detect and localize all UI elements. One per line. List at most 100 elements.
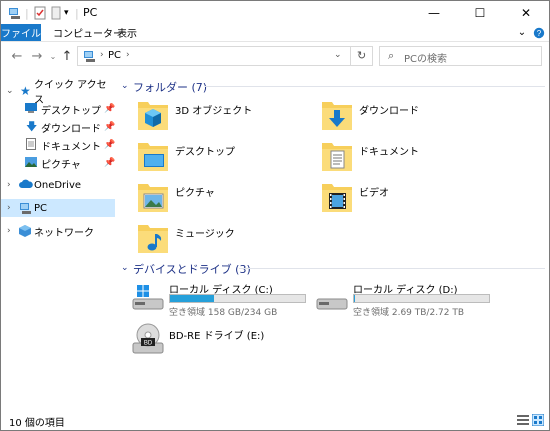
item-count: 10 個の項目 xyxy=(9,417,65,429)
chevron-right-icon[interactable]: › xyxy=(7,226,11,236)
sidebar-item-quick-access[interactable]: ⌄ ★ クイック アクセス xyxy=(1,80,115,106)
folder-desktop[interactable]: デスクトップ xyxy=(137,139,312,175)
address-dropdown-icon[interactable]: ⌄ xyxy=(334,50,342,60)
chevron-down-icon[interactable]: ⌄ xyxy=(121,263,129,273)
cloud-icon xyxy=(19,179,33,191)
drives-group-header[interactable]: デバイスとドライブ (3) xyxy=(133,261,251,277)
navigation-pane: ⌄ ★ クイック アクセス デスクトップ 📌 🡇 ダウンロード 📌 ドキュメント… xyxy=(1,71,116,411)
desktop-icon xyxy=(25,102,37,116)
refresh-icon[interactable]: ↻ xyxy=(357,49,366,62)
customize-qa-icon[interactable]: ▾ xyxy=(64,5,69,21)
pin-icon[interactable]: 📌 xyxy=(104,122,115,132)
search-box[interactable]: ⌕ PCの検索 xyxy=(379,46,542,66)
drive-free-space: 空き領域 158 GB/234 GB xyxy=(169,308,278,318)
folder-documents[interactable]: ドキュメント xyxy=(321,139,496,175)
pc-icon xyxy=(83,49,97,66)
properties-icon[interactable] xyxy=(33,5,47,21)
sidebar-item-label: デスクトップ xyxy=(41,105,101,117)
breadcrumb-pc[interactable]: PC xyxy=(108,50,121,61)
sidebar-item-label: PC xyxy=(34,202,48,214)
help-icon[interactable]: ? xyxy=(531,25,547,40)
search-placeholder: PCの検索 xyxy=(404,54,448,65)
tab-file[interactable]: ファイル xyxy=(1,24,41,41)
music-folder-icon xyxy=(138,225,168,253)
explorer-app-icon[interactable] xyxy=(7,5,23,21)
title-bar: | ▾ | PC — ☐ ✕ xyxy=(1,1,549,24)
drive-c[interactable]: ローカル ディスク (C:) 空き領域 158 GB/234 GB xyxy=(131,281,311,321)
folder-label: ピクチャ xyxy=(175,188,215,199)
svg-text:BD: BD xyxy=(144,341,153,347)
3d-objects-folder-icon xyxy=(138,102,168,130)
folder-pictures[interactable]: ピクチャ xyxy=(137,180,312,216)
chevron-down-icon[interactable]: ⌄ xyxy=(121,81,129,91)
folder-videos[interactable]: ビデオ xyxy=(321,180,496,216)
sidebar-item-documents[interactable]: ドキュメント 📌 xyxy=(1,136,115,154)
hard-drive-icon xyxy=(316,298,348,310)
drive-usage-fill xyxy=(170,295,214,302)
forward-arrow-icon[interactable]: → xyxy=(29,47,45,65)
expand-ribbon-icon[interactable]: ⌄ xyxy=(514,25,530,40)
folders-group-header[interactable]: フォルダー (7) xyxy=(133,79,207,95)
address-divider xyxy=(350,47,351,65)
chevron-right-icon[interactable]: › xyxy=(7,203,11,213)
pin-icon[interactable]: 📌 xyxy=(104,140,115,150)
group-divider xyxy=(239,268,545,269)
sidebar-item-network[interactable]: › ネットワーク xyxy=(1,222,115,240)
back-arrow-icon[interactable]: ← xyxy=(9,47,25,65)
status-bar: 10 個の項目 xyxy=(1,412,549,430)
details-view-icon[interactable] xyxy=(517,414,529,429)
drive-usage-bar xyxy=(169,294,306,303)
pin-icon[interactable]: 📌 xyxy=(104,104,115,114)
maximize-button[interactable]: ☐ xyxy=(457,1,503,24)
folder-3d-objects[interactable]: 3D オブジェクト xyxy=(137,98,312,134)
download-arrow-icon: 🡇 xyxy=(26,119,38,133)
tab-view[interactable]: 表示 xyxy=(117,24,137,41)
chevron-down-icon[interactable]: ⌄ xyxy=(6,86,14,96)
window-title: PC xyxy=(83,6,98,19)
drive-label: BD-RE ドライブ (E:) xyxy=(169,331,265,342)
sidebar-item-onedrive[interactable]: › OneDrive xyxy=(1,176,115,194)
sidebar-item-pc[interactable]: › PC xyxy=(1,199,115,217)
breadcrumb-chevron-icon[interactable]: › xyxy=(100,50,104,60)
sidebar-item-label: ピクチャ xyxy=(41,159,81,171)
drive-d[interactable]: ローカル ディスク (D:) 空き領域 2.69 TB/2.72 TB xyxy=(315,281,495,321)
ribbon-tabs: ファイル コンピューター 表示 ⌄ ? xyxy=(1,24,549,42)
downloads-folder-icon xyxy=(322,102,352,130)
breadcrumb-chevron-icon[interactable]: › xyxy=(126,50,130,60)
pin-icon[interactable]: 📌 xyxy=(104,158,115,168)
search-icon: ⌕ xyxy=(388,49,395,62)
qa-separator: | xyxy=(25,6,29,20)
address-bar[interactable]: › PC › ⌄ ↻ xyxy=(77,46,373,66)
sidebar-item-downloads[interactable]: 🡇 ダウンロード 📌 xyxy=(1,118,115,136)
chevron-right-icon[interactable]: › xyxy=(7,180,11,190)
document-icon xyxy=(26,137,36,153)
explorer-window: | ▾ | PC — ☐ ✕ ファイル コンピューター 表示 ⌄ ? ← → ⌄… xyxy=(0,0,550,431)
folder-label: デスクトップ xyxy=(175,147,235,158)
qa-separator: | xyxy=(75,6,79,20)
drive-e[interactable]: BD BD-RE ドライブ (E:) xyxy=(131,321,311,361)
close-button[interactable]: ✕ xyxy=(503,1,549,24)
folder-label: 3D オブジェクト xyxy=(175,106,253,117)
new-folder-icon[interactable] xyxy=(49,5,63,21)
minimize-button[interactable]: — xyxy=(411,1,457,24)
sidebar-item-pictures[interactable]: ピクチャ 📌 xyxy=(1,154,115,172)
folder-label: ミュージック xyxy=(175,229,235,240)
windows-drive-icon xyxy=(132,285,164,310)
pictures-icon xyxy=(25,156,37,170)
content-pane: ⌄ フォルダー (7) 3D オブジェクト ダウンロード デスクトップ ドキュメ… xyxy=(117,71,549,411)
documents-folder-icon xyxy=(322,143,352,171)
bd-drive-icon: BD xyxy=(132,323,164,354)
desktop-folder-icon xyxy=(138,143,168,171)
sidebar-item-label: ダウンロード xyxy=(41,123,101,135)
large-icons-view-icon[interactable] xyxy=(531,413,545,429)
folder-downloads[interactable]: ダウンロード xyxy=(321,98,496,134)
folder-label: ダウンロード xyxy=(359,106,419,117)
sidebar-item-label: ドキュメント xyxy=(41,141,101,153)
sidebar-item-desktop[interactable]: デスクトップ 📌 xyxy=(1,100,115,118)
folder-music[interactable]: ミュージック xyxy=(137,221,312,257)
pc-icon xyxy=(19,202,33,217)
folder-label: ドキュメント xyxy=(359,147,419,158)
sidebar-item-label: OneDrive xyxy=(34,179,82,191)
tab-computer[interactable]: コンピューター xyxy=(53,24,123,41)
up-arrow-icon[interactable]: ↑ xyxy=(59,47,75,65)
